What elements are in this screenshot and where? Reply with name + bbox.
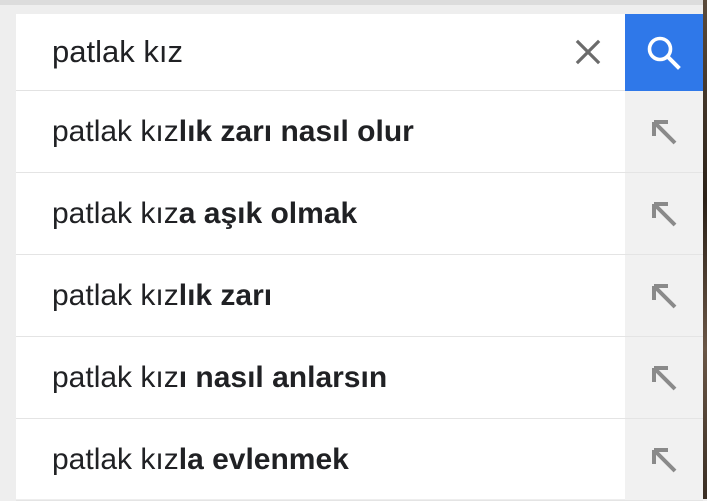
suggestions-list: patlak kızlık zarı nasıl olur patlak kız… — [16, 91, 703, 501]
page-top-border — [0, 0, 707, 5]
suggestion-text: patlak kızlık zarı — [52, 255, 272, 336]
fill-query-button[interactable] — [625, 419, 703, 500]
suggestion-text: patlak kızla evlenmek — [52, 419, 349, 500]
arrow-up-left-icon — [652, 201, 677, 226]
search-button[interactable] — [625, 14, 703, 91]
clear-button[interactable] — [568, 32, 608, 72]
arrow-up-left-icon — [652, 283, 677, 308]
search-bar — [16, 14, 625, 91]
fill-query-button[interactable] — [625, 173, 703, 254]
suggestion-item[interactable]: patlak kızla evlenmek — [16, 419, 703, 501]
suggestion-typed-part: patlak kız — [52, 361, 179, 394]
search-input[interactable] — [52, 30, 532, 74]
suggestion-typed-part: patlak kız — [52, 443, 179, 476]
background-edge — [703, 0, 707, 499]
search-icon — [647, 36, 681, 70]
suggestion-text: patlak kıza aşık olmak — [52, 173, 357, 254]
suggestion-completion: ı nasıl anlarsın — [178, 361, 388, 394]
suggestion-completion: a aşık olmak — [178, 197, 358, 230]
close-icon — [575, 39, 601, 65]
suggestion-typed-part: patlak kız — [52, 115, 179, 148]
suggestion-text: patlak kızlık zarı nasıl olur — [52, 91, 414, 172]
suggestion-item[interactable]: patlak kıza aşık olmak — [16, 173, 703, 255]
arrow-up-left-icon — [652, 365, 677, 390]
suggestion-typed-part: patlak kız — [52, 197, 179, 230]
fill-query-button[interactable] — [625, 91, 703, 172]
arrow-up-left-icon — [652, 447, 677, 472]
suggestion-item[interactable]: patlak kızlık zarı nasıl olur — [16, 91, 703, 173]
suggestion-text: patlak kızı nasıl anlarsın — [52, 337, 387, 418]
suggestion-completion: lık zarı — [178, 279, 273, 312]
suggestion-completion: la evlenmek — [178, 443, 349, 476]
fill-query-button[interactable] — [625, 337, 703, 418]
arrow-up-left-icon — [652, 119, 677, 144]
fill-query-button[interactable] — [625, 255, 703, 336]
suggestion-completion: lık zarı nasıl olur — [178, 115, 414, 148]
suggestion-item[interactable]: patlak kızı nasıl anlarsın — [16, 337, 703, 419]
suggestion-item[interactable]: patlak kızlık zarı — [16, 255, 703, 337]
suggestion-typed-part: patlak kız — [52, 279, 179, 312]
